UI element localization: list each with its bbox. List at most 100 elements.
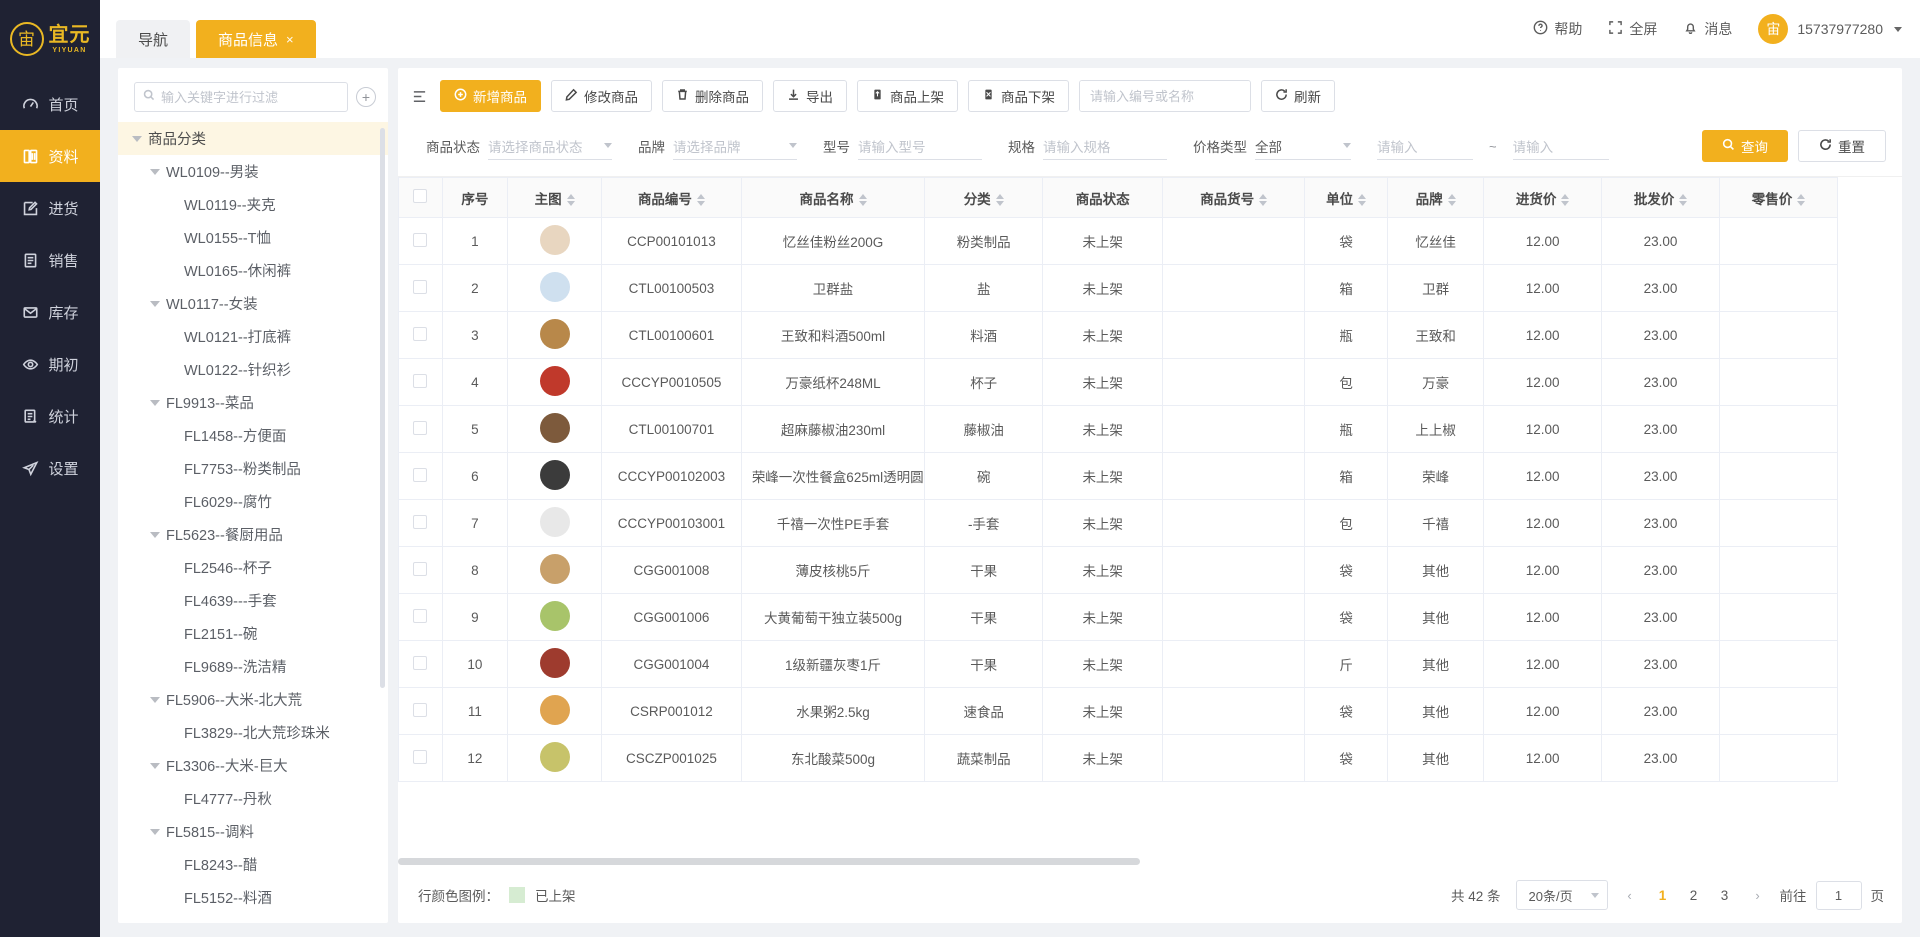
filter-status-select[interactable]: 请选择商品状态 xyxy=(488,132,612,160)
table-row[interactable]: 9 CGG001006 大黄葡萄干独立装500g 干果 未上架 袋其他 12.00 23.00 xyxy=(398,593,1838,641)
sort-icon[interactable] xyxy=(1679,193,1688,206)
row-checkbox[interactable] xyxy=(413,326,428,341)
tree-node-12[interactable]: FL5623--餐厨用品 xyxy=(118,518,388,551)
sidebar-item-0[interactable]: 首页 xyxy=(0,78,100,130)
sidebar-item-1[interactable]: 资料 xyxy=(0,130,100,182)
tree-node-11[interactable]: FL6029--腐竹 xyxy=(118,485,388,518)
row-checkbox[interactable] xyxy=(413,749,428,764)
chevron-down-icon[interactable] xyxy=(150,531,160,538)
cell-check[interactable] xyxy=(398,499,443,547)
row-checkbox[interactable] xyxy=(413,279,428,294)
table-row[interactable]: 7 CCCYP00103001 千禧一次性PE手套 -手套 未上架 包千禧 12.00 23.… xyxy=(398,499,1838,547)
tree-node-18[interactable]: FL3829--北大荒珍珠米 xyxy=(118,716,388,749)
cell-check[interactable] xyxy=(398,452,443,500)
row-checkbox[interactable] xyxy=(413,514,428,529)
sort-icon[interactable] xyxy=(566,193,575,206)
tab-1[interactable]: 商品信息 × xyxy=(196,20,316,58)
toolbar-button-0[interactable]: 新增商品 xyxy=(440,80,541,112)
tree-node-6[interactable]: WL0121--打底裤 xyxy=(118,320,388,353)
sort-icon[interactable] xyxy=(1561,193,1570,206)
cell-check[interactable] xyxy=(398,734,443,782)
tree-node-19[interactable]: FL3306--大米-巨大 xyxy=(118,749,388,782)
row-checkbox[interactable] xyxy=(413,420,428,435)
row-checkbox[interactable] xyxy=(413,702,428,717)
tree-node-23[interactable]: FL5152--料酒 xyxy=(118,881,388,914)
table-row[interactable]: 2 CTL00100503 卫群盐盐未上架 箱卫群 12.00 23.00 xyxy=(398,264,1838,312)
filter-price-from-input[interactable]: 请输入 xyxy=(1377,132,1473,160)
col-header-img[interactable]: 主图 xyxy=(507,177,603,218)
reset-button[interactable]: 重置 xyxy=(1798,130,1886,162)
collapse-panel-icon[interactable] xyxy=(408,89,430,104)
tree-search-input[interactable] xyxy=(161,89,339,105)
chevron-down-icon[interactable] xyxy=(150,762,160,769)
cell-check[interactable] xyxy=(398,687,443,735)
sort-icon[interactable] xyxy=(1259,193,1268,206)
table-row[interactable]: 8 CGG001008 薄皮核桃5斤 干果 未上架 袋其他 12.00 23.00 xyxy=(398,546,1838,594)
cell-check[interactable] xyxy=(398,358,443,406)
cell-check[interactable] xyxy=(398,311,443,359)
tree-node-24[interactable]: FL3205--生抽 xyxy=(118,914,388,923)
cell-check[interactable] xyxy=(398,217,443,265)
fullscreen-button[interactable]: 全屏 xyxy=(1608,19,1657,39)
page-size-select[interactable]: 20条/页 xyxy=(1515,880,1608,910)
row-checkbox[interactable] xyxy=(413,561,428,576)
tree-node-1[interactable]: WL0109--男装 xyxy=(118,155,388,188)
tree-node-9[interactable]: FL1458--方便面 xyxy=(118,419,388,452)
refresh-button[interactable]: 刷新 xyxy=(1261,80,1335,112)
sidebar-item-3[interactable]: 销售 xyxy=(0,234,100,286)
help-button[interactable]: 帮助 xyxy=(1533,19,1582,39)
tree-scrollbar[interactable] xyxy=(380,128,385,688)
add-category-button[interactable]: + xyxy=(356,87,376,107)
user-menu[interactable]: 宙 15737977280 xyxy=(1758,14,1902,44)
tree-node-5[interactable]: WL0117--女装 xyxy=(118,287,388,320)
table-row[interactable]: 3 CTL00100601 王致和料酒500ml 料酒 未上架 瓶王致和 12.00 23.0… xyxy=(398,311,1838,359)
tree-node-17[interactable]: FL5906--大米-北大荒 xyxy=(118,683,388,716)
query-button[interactable]: 查询 xyxy=(1702,130,1788,162)
table-row[interactable]: 6 CCCYP00102003 荣峰一次性餐盒625ml透明圆形碗未上架 箱荣峰 12.… xyxy=(398,452,1838,500)
next-page-button[interactable]: › xyxy=(1745,881,1771,909)
sort-icon[interactable] xyxy=(995,193,1004,206)
toolbar-button-4[interactable]: 商品上架 xyxy=(857,80,958,112)
filter-brand-select[interactable]: 请选择品牌 xyxy=(673,132,797,160)
page-number-2[interactable]: 2 xyxy=(1683,881,1705,909)
col-header-brand[interactable]: 品牌 xyxy=(1387,177,1485,218)
table-row[interactable]: 1 CCP00101013 忆丝佳粉丝200G 粉类制品 未上架 袋忆丝佳 12.00 23.… xyxy=(398,217,1838,265)
row-checkbox[interactable] xyxy=(413,467,428,482)
toolbar-button-1[interactable]: 修改商品 xyxy=(551,80,652,112)
tree-node-14[interactable]: FL4639---手套 xyxy=(118,584,388,617)
tree-node-3[interactable]: WL0155--T恤 xyxy=(118,221,388,254)
cell-check[interactable] xyxy=(398,264,443,312)
row-checkbox[interactable] xyxy=(413,373,428,388)
sidebar-item-4[interactable]: 库存 xyxy=(0,286,100,338)
prev-page-button[interactable]: ‹ xyxy=(1617,881,1643,909)
toolbar-button-2[interactable]: 删除商品 xyxy=(662,80,763,112)
chevron-down-icon[interactable] xyxy=(132,135,142,142)
cell-check[interactable] xyxy=(398,546,443,594)
filter-model-input[interactable]: 请输入型号 xyxy=(858,132,982,160)
sort-icon[interactable] xyxy=(1447,193,1456,206)
chevron-down-icon[interactable] xyxy=(150,300,160,307)
product-search-box[interactable] xyxy=(1079,80,1251,112)
sort-icon[interactable] xyxy=(1797,193,1806,206)
close-icon[interactable]: × xyxy=(286,32,294,47)
tab-0[interactable]: 导航 xyxy=(116,20,191,58)
goto-page-input[interactable] xyxy=(1815,880,1862,910)
tree-node-13[interactable]: FL2546--杯子 xyxy=(118,551,388,584)
chevron-down-icon[interactable] xyxy=(150,168,160,175)
sort-icon[interactable] xyxy=(696,193,705,206)
row-checkbox[interactable] xyxy=(413,232,428,247)
chevron-down-icon[interactable] xyxy=(150,696,160,703)
cell-check[interactable] xyxy=(398,640,443,688)
tree-node-8[interactable]: FL9913--菜品 xyxy=(118,386,388,419)
cell-check[interactable] xyxy=(398,405,443,453)
tree-search-box[interactable] xyxy=(134,82,348,112)
cell-check[interactable] xyxy=(398,593,443,641)
col-header-sku[interactable]: 商品货号 xyxy=(1162,177,1306,218)
col-header-wholesale[interactable]: 批发价 xyxy=(1601,177,1721,218)
table-row[interactable]: 11 CSRP001012 水果粥2.5kg 速食品 未上架 袋其他 12.00 23.00 xyxy=(398,687,1838,735)
messages-button[interactable]: 消息 xyxy=(1683,19,1732,39)
page-number-3[interactable]: 3 xyxy=(1714,881,1736,909)
col-header-retail[interactable]: 零售价 xyxy=(1719,177,1838,218)
table-row[interactable]: 4 CCCYP0010505 万豪纸杯248ML 杯子 未上架 包万豪 12.00 23.00 xyxy=(398,358,1838,406)
toolbar-button-3[interactable]: 导出 xyxy=(773,80,847,112)
